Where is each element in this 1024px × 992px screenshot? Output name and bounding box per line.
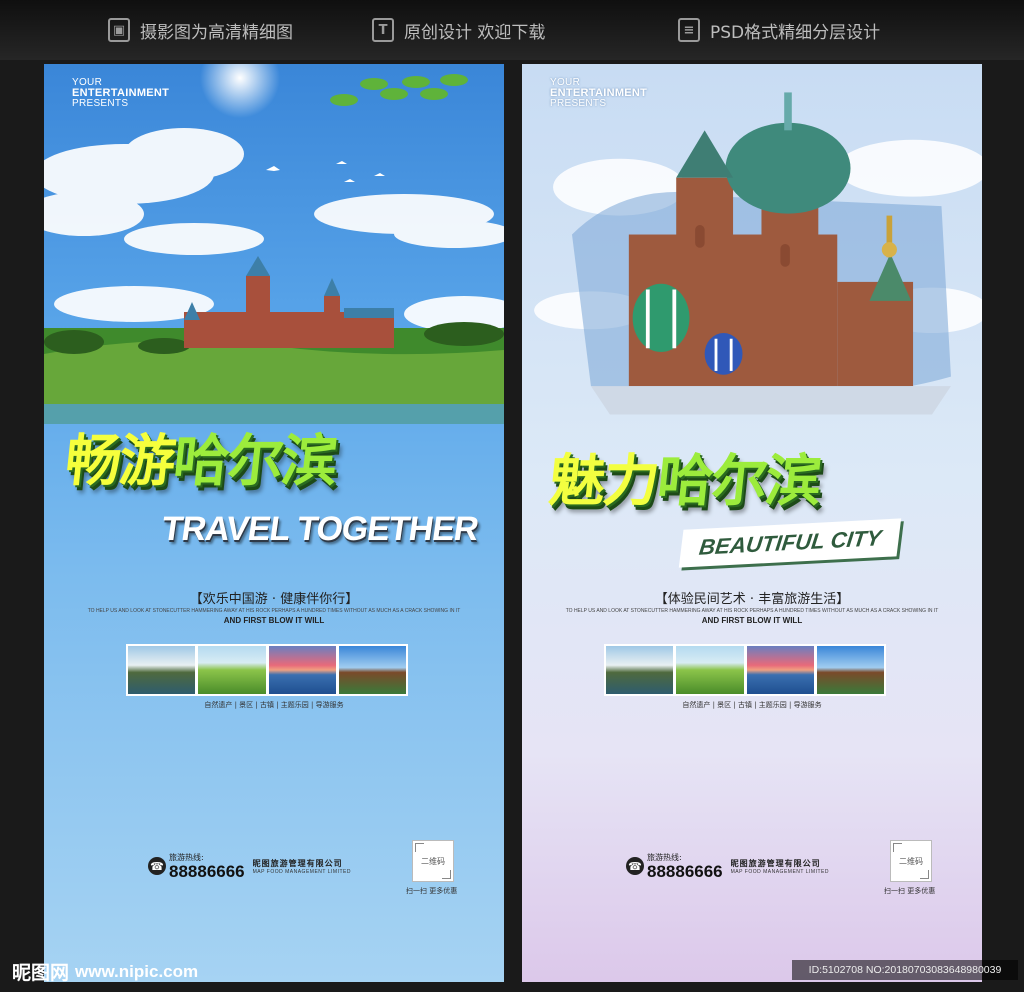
phone-icon: ☎ <box>626 857 644 875</box>
photo-sunset <box>268 646 336 694</box>
qr-caption: 扫一扫 更多优惠 <box>406 887 458 895</box>
photo-pavilion <box>338 646 406 694</box>
slogan: 【欢乐中国游 · 健康伴你行】 <box>189 592 359 607</box>
qr-code-placeholder: 二维码 <box>412 840 454 882</box>
fine-lead: AND FIRST BLOW IT WILL <box>223 616 325 625</box>
fine-lead: AND FIRST BLOW IT WILL <box>701 616 803 625</box>
company: 昵图旅游管理有限公司 MAP FOOD MANAGEMENT LIMITED <box>253 858 351 875</box>
slogan: 【体验民间艺术 · 丰富旅游生活】 <box>654 592 850 607</box>
image-id: ID:5102708 NO:20180703083648980039 <box>792 960 1018 980</box>
poster-left: YOUR ENTERTAINMENT PRESENTS 畅游哈尔滨 TRAVEL… <box>44 64 504 982</box>
category-list: 自然遗产 | 景区 | 古镇 | 主题乐园 | 导游服务 <box>682 701 822 709</box>
hotline: 旅游热线: 88886666 <box>647 852 723 880</box>
feature-bar: ▣ 摄影图为高清精细图 T 原创设计 欢迎下载 ≡ PSD格式精细分层设计 <box>0 0 1024 60</box>
company: 昵图旅游管理有限公司 MAP FOOD MANAGEMENT LIMITED <box>731 858 829 875</box>
poster-right: YOUR ENTERTAINMENT PRESENTS 魅力哈尔滨 BEAUTI… <box>522 64 982 982</box>
category-list: 自然遗产 | 景区 | 古镇 | 主题乐园 | 导游服务 <box>204 701 344 709</box>
company-name-en: MAP FOOD MANAGEMENT LIMITED <box>252 868 351 875</box>
company-name: 昵图旅游管理有限公司 <box>730 858 821 868</box>
qr-caption: 扫一扫 更多优惠 <box>884 887 936 895</box>
site-name: 昵图网 <box>12 962 70 984</box>
feature-psd: ≡ PSD格式精细分层设计 <box>678 14 880 46</box>
fine-text: TO HELP US AND LOOK AT STONECUTTER HAMME… <box>87 608 461 614</box>
hotline-number: 88886666 <box>169 862 245 881</box>
cathedral-image <box>534 92 982 415</box>
poster-title: 畅游哈尔滨 <box>62 416 341 497</box>
photo-strip <box>604 644 886 696</box>
english-banner: BEAUTIFUL CITY <box>678 518 902 568</box>
contact-block: ☎ 旅游热线: 88886666 昵图旅游管理有限公司 MAP FOOD MAN… <box>148 848 351 884</box>
company-name: 昵图旅游管理有限公司 <box>252 858 343 868</box>
hotline: 旅游热线: 88886666 <box>169 852 245 880</box>
company-name-en: MAP FOOD MANAGEMENT LIMITED <box>730 868 829 875</box>
title-part: 畅游 <box>62 429 177 494</box>
photo-meadow <box>198 646 266 694</box>
brand-mark: YOUR ENTERTAINMENT PRESENTS <box>550 78 647 109</box>
photo-meadow <box>676 646 744 694</box>
fine-print: TO HELP US AND LOOK AT STONECUTTER HAMME… <box>44 608 504 625</box>
title-part: 哈尔滨 <box>170 429 339 494</box>
layers-icon: ≡ <box>678 18 700 42</box>
qr-code-placeholder: 二维码 <box>890 840 932 882</box>
poster-title: 魅力哈尔滨 <box>546 436 825 517</box>
feature-hd: ▣ 摄影图为高清精细图 <box>108 14 293 46</box>
site-url: www.nipic.com <box>75 961 199 981</box>
brand-line: PRESENTS <box>72 98 129 109</box>
scenery-image <box>44 64 504 424</box>
english-banner: TRAVEL TOGETHER <box>159 510 481 548</box>
photo-strip <box>126 644 408 696</box>
brand-line: PRESENTS <box>550 98 607 109</box>
fine-text: TO HELP US AND LOOK AT STONECUTTER HAMME… <box>565 608 939 614</box>
photo-lake <box>128 646 196 694</box>
feature-label: PSD格式精细分层设计 <box>710 22 881 43</box>
hotline-number: 88886666 <box>647 862 723 881</box>
image-icon: ▣ <box>108 18 130 42</box>
photo-sunset <box>746 646 814 694</box>
feature-original: T 原创设计 欢迎下载 <box>372 14 545 46</box>
title-part: 哈尔滨 <box>654 449 823 514</box>
photo-lake <box>606 646 674 694</box>
site-watermark: 昵图网 www.nipic.com <box>12 958 198 985</box>
contact-block: ☎ 旅游热线: 88886666 昵图旅游管理有限公司 MAP FOOD MAN… <box>626 848 829 884</box>
brand-mark: YOUR ENTERTAINMENT PRESENTS <box>72 78 169 109</box>
feature-label: 原创设计 欢迎下载 <box>404 22 546 43</box>
phone-icon: ☎ <box>148 857 166 875</box>
fine-print: TO HELP US AND LOOK AT STONECUTTER HAMME… <box>522 608 982 625</box>
title-part: 魅力 <box>546 449 661 514</box>
text-icon: T <box>372 18 394 42</box>
feature-label: 摄影图为高清精细图 <box>140 22 293 43</box>
photo-pavilion <box>816 646 884 694</box>
